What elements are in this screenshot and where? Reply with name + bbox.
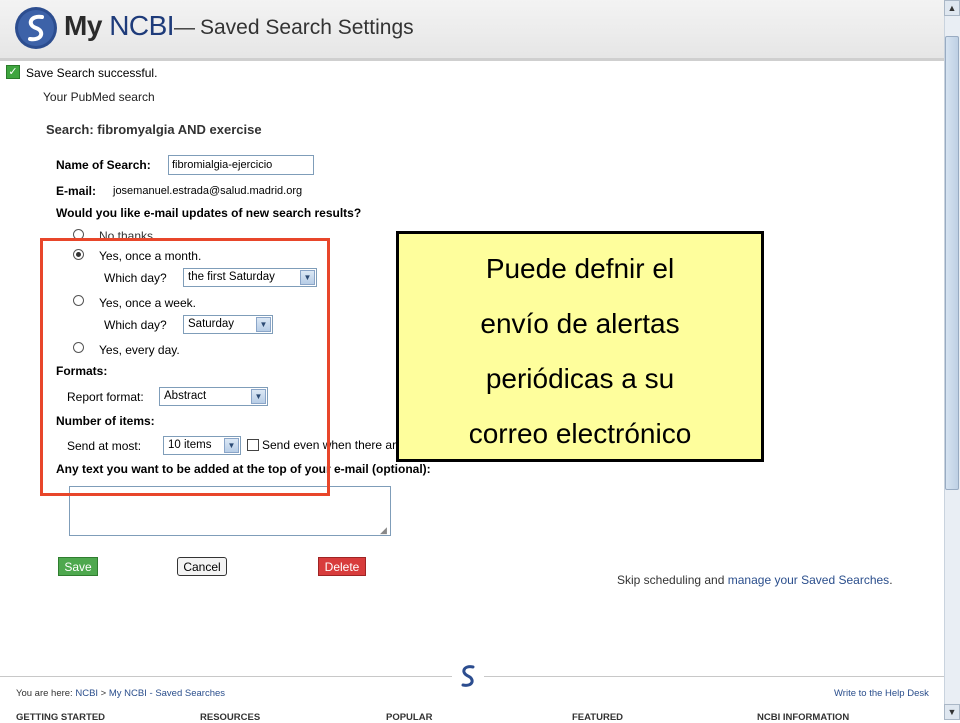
title-separator: — xyxy=(174,16,195,39)
callout-note: Puede defnir el envío de alertas periódi… xyxy=(396,231,764,462)
cancel-button[interactable]: Cancel xyxy=(177,557,227,576)
resize-grip-icon[interactable]: ◢ xyxy=(380,525,390,535)
breadcrumb-myncbi-link[interactable]: My NCBI - Saved Searches xyxy=(109,688,225,699)
callout-line: envío de alertas xyxy=(480,308,680,339)
footer-nav-ncbi-information[interactable]: NCBI INFORMATION xyxy=(757,712,849,723)
delete-button[interactable]: Delete xyxy=(318,557,366,576)
ncbi-footer-logo-icon[interactable] xyxy=(452,660,484,692)
manage-saved-searches-link[interactable]: manage your Saved Searches xyxy=(728,573,889,587)
skip-prefix: Skip scheduling and xyxy=(617,573,728,587)
breadcrumb-ncbi-link[interactable]: NCBI xyxy=(75,688,98,699)
highlight-box xyxy=(40,238,330,496)
help-desk-link[interactable]: Write to the Help Desk xyxy=(834,688,929,699)
checkmark-icon: ✓ xyxy=(6,65,20,79)
search-subtitle: Your PubMed search xyxy=(43,90,155,104)
callout-line: periódicas a su xyxy=(485,363,675,394)
breadcrumb-prefix: You are here: xyxy=(16,688,76,699)
skip-suffix: . xyxy=(889,573,893,587)
updates-question: Would you like e-mail updates of new sea… xyxy=(56,206,362,220)
breadcrumb-sep: > xyxy=(98,688,109,699)
scrollbar-thumb[interactable] xyxy=(945,36,959,490)
search-heading: Search: fibromyalgia AND exercise xyxy=(46,122,262,137)
status-message: Save Search successful. xyxy=(26,66,158,80)
save-button[interactable]: Save xyxy=(58,557,98,576)
scroll-up-icon[interactable]: ▲ xyxy=(944,0,960,16)
email-label: E-mail: xyxy=(56,184,97,198)
footer-nav-getting-started[interactable]: GETTING STARTED xyxy=(16,712,105,723)
brand-title: My NCBI xyxy=(64,10,175,41)
skip-scheduling-text: Skip scheduling and manage your Saved Se… xyxy=(617,573,893,587)
breadcrumb: You are here: NCBI > My NCBI - Saved Sea… xyxy=(16,688,225,699)
ncbi-logo-icon[interactable] xyxy=(14,6,58,50)
footer-nav-featured[interactable]: FEATURED xyxy=(572,712,623,723)
footer-nav-popular[interactable]: POPULAR xyxy=(386,712,432,723)
callout-line: Puede defnir el xyxy=(485,253,675,284)
name-of-search-input[interactable] xyxy=(168,155,314,175)
email-value: josemanuel.estrada@salud.madrid.org xyxy=(113,185,303,197)
scroll-down-icon[interactable]: ▼ xyxy=(944,704,960,720)
page-title: Saved Search Settings xyxy=(200,16,414,39)
callout-line: correo electrónico xyxy=(468,418,692,449)
footer-nav-resources[interactable]: RESOURCES xyxy=(200,712,260,723)
name-of-search-label: Name of Search: xyxy=(56,158,151,172)
